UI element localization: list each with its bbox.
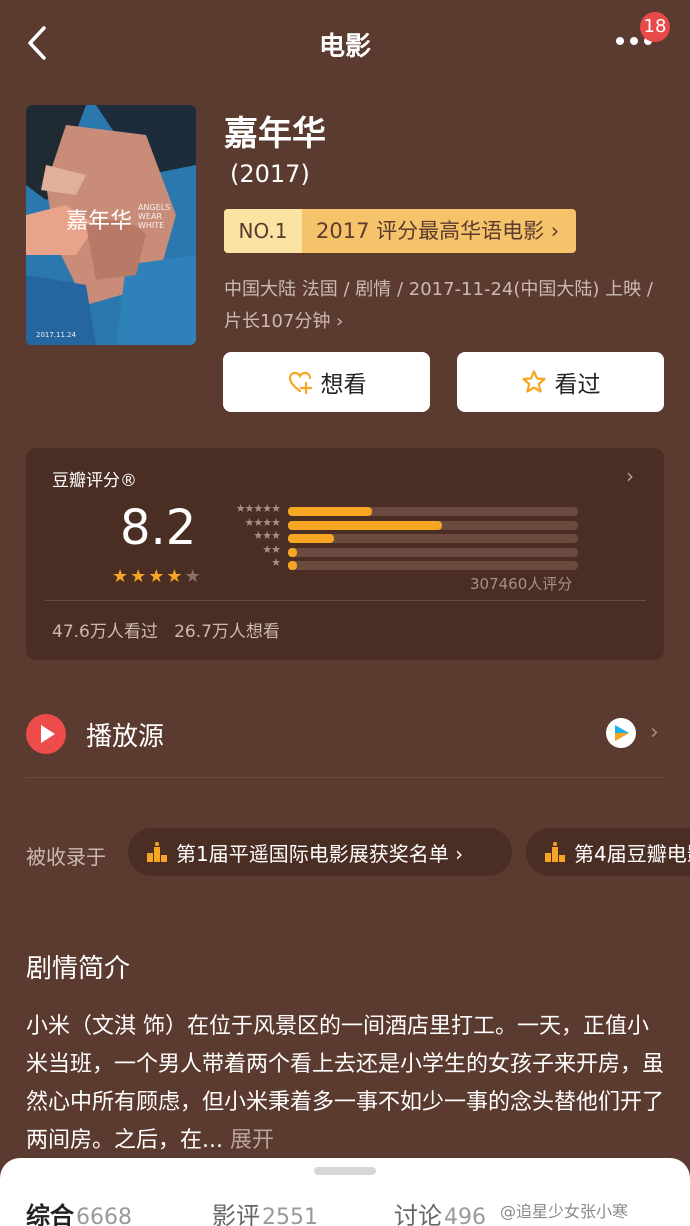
ranking-bars-icon (545, 842, 565, 862)
tab-label: 影评 (212, 1202, 260, 1226)
synopsis-body: 小米（文淇 饰）在位于风景区的一间酒店里打工。一天，正值小米当班，一个男人带着两… (26, 1014, 665, 1153)
star-filled-icon: ★ (112, 566, 129, 587)
watch-stats: 47.6万人看过 26.7万人想看 (52, 617, 280, 642)
distribution-star-label: ★★★★ (244, 515, 281, 529)
want-to-watch-button[interactable]: 想看 (223, 352, 430, 412)
collections-label: 被收录于 (26, 845, 106, 869)
synopsis-text: 小米（文淇 饰）在位于风景区的一间酒店里打工。一天，正值小米当班，一个男人带着两… (26, 1008, 666, 1160)
heart-plus-icon (288, 371, 312, 395)
ranking-number: NO.1 (224, 209, 302, 253)
tab-label: 综合 (26, 1202, 74, 1226)
tab-label: 讨论 (394, 1202, 442, 1226)
notification-badge: 18 (640, 12, 670, 42)
movie-title: 嘉年华 (224, 114, 326, 154)
rating-label: 豆瓣评分® (52, 471, 137, 491)
distribution-bar (288, 520, 442, 530)
tab-count: 6668 (76, 1205, 132, 1226)
distribution-star-label: ★★ (262, 542, 281, 556)
chevron-right-icon: › (626, 464, 634, 488)
tab-discussion[interactable]: 讨论496 (394, 1196, 486, 1226)
collection-chip[interactable]: 第4届豆瓣电影年度榜单 (526, 828, 690, 876)
watermark: @追星少女张小寒 (500, 1202, 629, 1221)
rating-stars: ★ ★ ★ ★ ★ (112, 566, 201, 587)
want-count: 26.7万人想看 (174, 622, 280, 642)
collection-chip-label: 第1届平遥国际电影展获奖名单 › (176, 841, 464, 866)
ranking-text: 2017 评分最高华语电影 › (316, 219, 560, 243)
movie-poster[interactable]: 嘉年华 ANGELS WEAR WHITE 2017.11.24 (26, 105, 196, 345)
watched-button[interactable]: 看过 (457, 352, 664, 412)
poster-subtitle: ANGELS WEAR WHITE (138, 203, 171, 230)
distribution-bar (288, 547, 297, 557)
synopsis-title: 剧情简介 (26, 954, 131, 984)
tab-reviews[interactable]: 影评2551 (212, 1196, 318, 1226)
star-outline-icon (521, 370, 546, 393)
poster-title: 嘉年华 (66, 209, 133, 234)
distribution-bar-track (288, 561, 578, 570)
seen-count: 47.6万人看过 (52, 622, 158, 642)
tab-count: 2551 (262, 1205, 318, 1226)
distribution-star-label: ★★★ (253, 529, 281, 542)
distribution-bar (288, 561, 297, 570)
collection-chip[interactable]: 第1届平遥国际电影展获奖名单 › (128, 828, 512, 876)
distribution-bar (288, 534, 335, 543)
distribution-bar-track (288, 507, 578, 516)
divider (44, 600, 646, 601)
distribution-bar-track (288, 547, 578, 557)
star-empty-icon: ★ (184, 566, 201, 587)
play-source-label[interactable]: 播放源 (86, 716, 164, 753)
collection-chip-label: 第4届豆瓣电影年度榜单 (574, 841, 690, 866)
star-filled-icon: ★ (148, 566, 165, 587)
divider (26, 777, 664, 778)
want-to-watch-label: 想看 (320, 372, 367, 398)
expand-link[interactable]: 展开 (230, 1128, 274, 1153)
movie-year: (2017) (230, 160, 310, 188)
ranking-bars-icon (147, 842, 167, 862)
tab-count: 496 (444, 1205, 486, 1226)
meta-line-1: 中国大陆 法国 / 剧情 / 2017-11-24(中国大陆) 上映 / (224, 279, 653, 300)
page-title: 电影 (318, 32, 371, 62)
movie-meta[interactable]: 中国大陆 法国 / 剧情 / 2017-11-24(中国大陆) 上映 / 片长1… (224, 274, 664, 338)
poster-date: 2017.11.24 (36, 331, 77, 339)
meta-line-2: 片长107分钟 › (224, 311, 344, 332)
video-platform-logo-icon[interactable] (606, 718, 636, 748)
rating-score: 8.2 (120, 500, 197, 556)
vote-count: 307460人评分 (470, 575, 573, 593)
ranking-banner[interactable]: NO.1 2017 评分最高华语电影 › (224, 209, 576, 253)
star-filled-icon: ★ (166, 566, 183, 587)
star-filled-icon: ★ (130, 566, 147, 587)
distribution-star-label: ★ (271, 556, 281, 569)
distribution-bar-track (288, 534, 578, 543)
distribution-bar-track (288, 520, 578, 530)
chevron-right-icon[interactable]: › (650, 720, 659, 745)
watched-label: 看过 (554, 372, 601, 398)
distribution-bar (288, 507, 373, 516)
distribution-star-label: ★★★★★ (235, 502, 281, 515)
play-icon[interactable] (26, 714, 66, 754)
sheet-drag-handle[interactable] (314, 1167, 376, 1175)
tab-overview[interactable]: 综合6668 (26, 1196, 132, 1226)
